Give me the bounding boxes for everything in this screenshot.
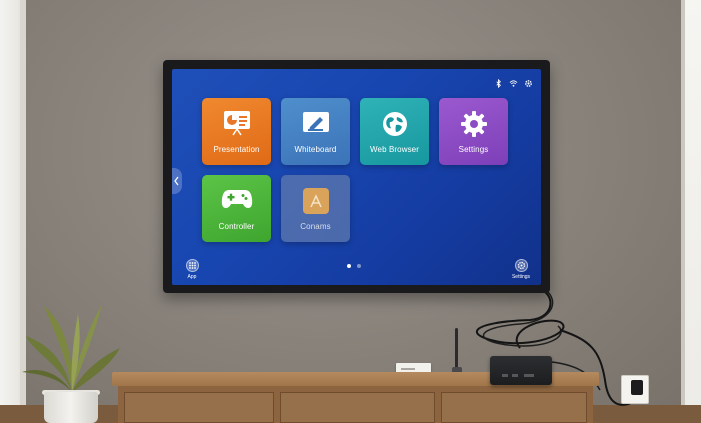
page-dot[interactable] [357, 264, 361, 268]
wall-tv: Presentation Whiteboard Web Browser Sett… [163, 60, 550, 293]
chevron-left-icon [174, 176, 179, 186]
side-panel-handle[interactable] [172, 168, 182, 194]
gear-icon[interactable] [524, 75, 533, 87]
dock-settings-label: Settings [511, 274, 531, 280]
tv-screen: Presentation Whiteboard Web Browser Sett… [172, 69, 541, 285]
tile-presentation[interactable]: Presentation [202, 98, 271, 165]
app-icon [302, 187, 330, 220]
power-plug [631, 380, 643, 395]
dock-settings-button[interactable]: Settings [508, 259, 534, 280]
tile-label: Controller [218, 222, 255, 231]
tile-label: Whiteboard [294, 145, 337, 154]
grid-icon [185, 259, 199, 272]
tile-controller[interactable]: Controller [202, 175, 271, 242]
tile-whiteboard[interactable]: Whiteboard [281, 98, 350, 165]
tile-conams[interactable]: Conams [281, 175, 350, 242]
tile-label: Settings [458, 145, 489, 154]
status-bar [494, 75, 533, 89]
dock-app-button[interactable]: App [179, 259, 205, 280]
plant-leaves [22, 304, 120, 392]
tile-label: Conams [300, 222, 331, 231]
gear-icon [514, 259, 528, 272]
globe-icon [381, 110, 409, 143]
page-dot-active[interactable] [347, 264, 351, 268]
tile-settings[interactable]: Settings [439, 98, 508, 165]
whiteboard-icon [301, 110, 331, 141]
presentation-icon [222, 110, 252, 141]
stylus [455, 328, 458, 370]
page-indicator [347, 264, 361, 268]
wifi-icon [509, 75, 518, 87]
tile-label: Presentation [213, 145, 260, 154]
tile-label: Web Browser [370, 145, 419, 154]
console-drawer [441, 392, 587, 423]
plant-pot [44, 392, 98, 423]
console-shelf [280, 392, 435, 423]
gear-icon [460, 110, 488, 143]
console-drawer [124, 392, 274, 423]
bluetooth-icon [494, 75, 503, 89]
dock-app-label: App [187, 274, 197, 280]
room-scene: Presentation Whiteboard Web Browser Sett… [0, 0, 701, 423]
gamepad-icon [221, 187, 253, 216]
tile-web-browser[interactable]: Web Browser [360, 98, 429, 165]
mini-pc [490, 356, 552, 385]
